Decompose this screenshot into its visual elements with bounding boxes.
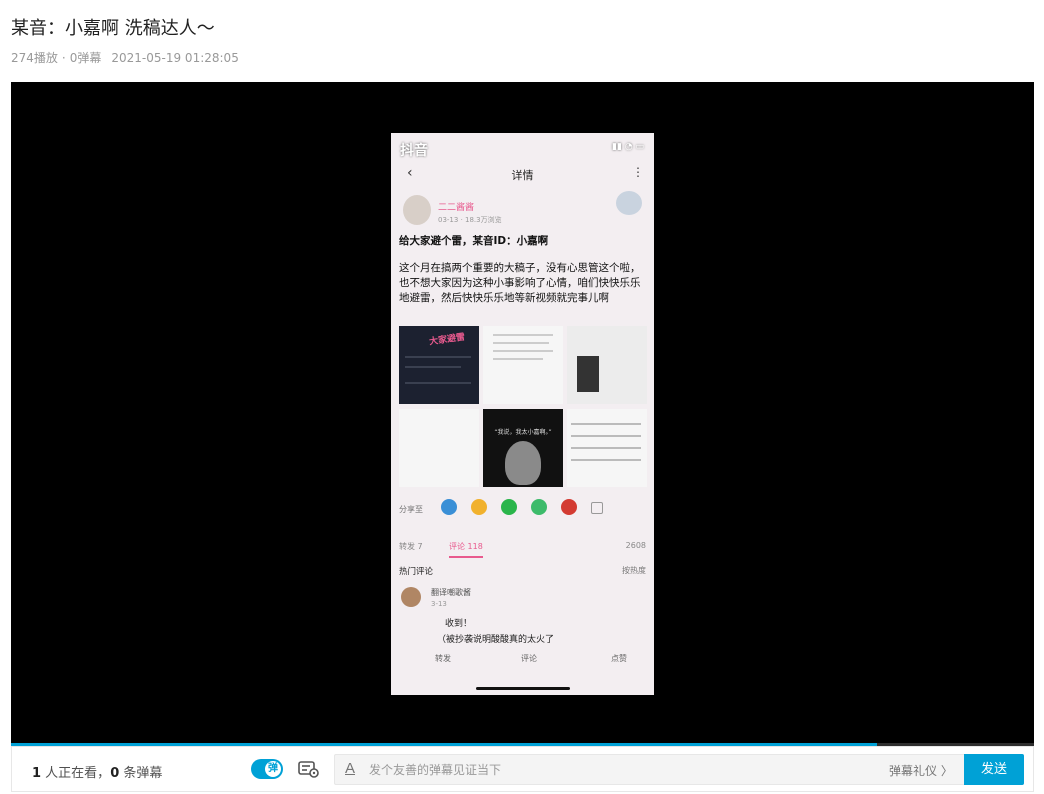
post-image-6: [567, 409, 647, 487]
share-moments-icon: [531, 499, 547, 515]
play-count: 274播放: [11, 51, 58, 65]
share-wechat-icon: [501, 499, 517, 515]
danmaku-input-wrap: A 弹幕礼仪 〉 发送: [334, 754, 1024, 785]
toggle-knob: 弹: [265, 761, 281, 777]
phone-status-bar: 抖音 ▮▮ ◔ ▭: [391, 133, 654, 163]
tab-forward: 转发 7: [399, 542, 423, 551]
publish-datetime: 2021-05-19 01:28:05: [111, 51, 239, 65]
action-comment: 评论: [521, 654, 537, 663]
post-image-1: 大家避雷: [399, 326, 479, 404]
quote-caption: “我说，我太小嘉啊。”: [494, 429, 552, 436]
post-tabs: 转发 7 评论 118 2608: [391, 537, 654, 558]
tab-comment: 评论 118: [449, 541, 483, 558]
comment-time: 3-13: [431, 600, 447, 608]
hot-comments-heading: 热门评论: [399, 567, 434, 577]
post-image-4: [399, 409, 479, 487]
viewers-number: 1: [32, 766, 42, 781]
video-title: 某音：小嘉啊 洗稿达人～: [11, 18, 215, 39]
post-image-5: “我说，我太小嘉啊。”: [483, 409, 563, 487]
comment-line1: 收到！: [445, 619, 473, 629]
danmaku-toggle-icon[interactable]: 弹: [251, 759, 283, 779]
danmaku-count: 0弹幕: [69, 51, 102, 65]
video-frame: 抖音 ▮▮ ◔ ▭ ‹ 详情 ⋮ 二二酱酱 03-13 · 18.3万浏览 给大…: [391, 133, 654, 695]
home-indicator: [476, 687, 570, 690]
commenter-avatar: [401, 587, 421, 607]
danmaku-text: 条弹幕: [119, 766, 163, 781]
font-style-icon[interactable]: A: [345, 760, 355, 777]
post-line1: 给大家避个雷，某音ID：小嘉啊: [399, 235, 549, 247]
send-button[interactable]: 发送: [964, 754, 1024, 785]
comment-line2: （被抄袭说明酸酸真的太火了: [437, 635, 555, 645]
danmaku-etiquette-link[interactable]: 弹幕礼仪 〉: [889, 762, 953, 779]
app-logo: 抖音: [400, 143, 428, 159]
post-body: 这个月在搞两个重要的大稿子，没有心思管这个啦，也不想大家因为这种小事影响了心情，…: [399, 262, 641, 304]
sticker-image: [616, 191, 642, 215]
phone-nav: ‹ 详情 ⋮: [391, 165, 654, 185]
post-image-3: [567, 326, 647, 404]
share-weibo-icon: [561, 499, 577, 515]
viewers-text: 人正在看，: [41, 766, 111, 781]
action-like: 点赞: [611, 654, 627, 663]
poster-avatar: [403, 195, 431, 225]
viewer-count: 1 人正在看，0 条弹幕: [32, 762, 162, 781]
danmaku-settings-icon[interactable]: [298, 760, 320, 778]
poster-name: 二二酱酱: [438, 203, 475, 213]
video-player[interactable]: 抖音 ▮▮ ◔ ▭ ‹ 详情 ⋮ 二二酱酱 03-13 · 18.3万浏览 给大…: [11, 82, 1034, 744]
post-image-caption: 大家避雷: [428, 332, 466, 348]
danmaku-input[interactable]: [369, 755, 869, 784]
more-icon: ⋮: [632, 165, 644, 179]
danmaku-bar: 1 人正在看，0 条弹幕 弹 A 弹幕礼仪 〉 发送: [11, 746, 1034, 792]
share-label: 分享至: [399, 505, 423, 514]
commenter-name: 翻译嘲歌酱: [431, 588, 471, 597]
post-image-2: [483, 326, 563, 404]
share-qq-icon: [441, 499, 457, 515]
meta-separator: ·: [61, 51, 66, 65]
share-qzone-icon: [471, 499, 487, 515]
phone-nav-title: 详情: [511, 169, 534, 182]
action-forward: 转发: [435, 654, 451, 663]
video-meta: 274播放 · 0弹幕 2021-05-19 01:28:05: [11, 49, 249, 66]
share-more-icon: [591, 502, 603, 514]
tab-like: 2608: [625, 541, 646, 550]
battery-icon: ▮▮ ◔ ▭: [612, 142, 644, 152]
sort-label: 按热度: [622, 566, 646, 575]
post-date: 03-13 · 18.3万浏览: [438, 216, 502, 224]
danmaku-number: 0: [110, 766, 120, 781]
